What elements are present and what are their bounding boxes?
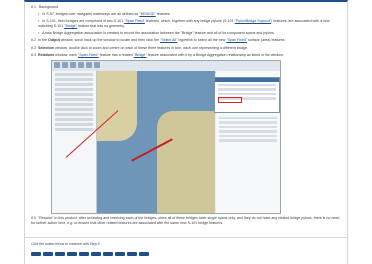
bullet-text: features. [155, 12, 171, 17]
pylon-link[interactable]: "Pylon/Bridge Support" [235, 19, 272, 23]
step-button[interactable] [55, 252, 65, 256]
layers-pane [52, 70, 97, 213]
bullet-text: feature that has no geometry. [77, 23, 125, 28]
step-number: 8.1 [31, 5, 36, 9]
step-8-4: 8.4 Relations window: each "Span Fixed" f… [31, 53, 341, 58]
step-text: surface (area) features. [247, 38, 286, 43]
chart-map-view [97, 70, 215, 213]
bullet-text: features, which, together with any bridg… [144, 19, 235, 24]
step-button[interactable] [43, 252, 53, 256]
step-buttons [31, 252, 347, 256]
toolbar-icon [94, 61, 100, 68]
step-text: hyperlink to select all the new [177, 38, 227, 43]
bullet-text: In S-101, fixed bridges are comprised of… [42, 19, 125, 24]
window-name: Output [48, 38, 60, 43]
bullet-item: In S-57, bridges over navigable waterway… [38, 12, 341, 17]
continue-instruction: Click the button below to continue with … [31, 242, 100, 246]
step-text: In the [38, 38, 48, 43]
step-8-1: 8.1 Background [31, 5, 341, 10]
span-fixed-link[interactable]: "Span Fixed" [226, 38, 247, 42]
bullet-item: A new Bridge Aggregation association is … [38, 31, 341, 36]
toolbar-icon [62, 61, 68, 68]
step-button[interactable] [127, 252, 137, 256]
step-button[interactable] [139, 252, 149, 256]
land-area [157, 110, 215, 213]
step-text: window, scroll back up the window to loc… [59, 38, 161, 43]
step-number: 8.2 [31, 38, 36, 43]
span-fixed-link[interactable]: "Span Fixed" [124, 19, 145, 23]
step-button[interactable] [79, 252, 89, 256]
bridge-feature-link[interactable]: "Bridge" [64, 24, 77, 28]
step-button[interactable] [91, 252, 101, 256]
bullet-text: A new Bridge Aggregation association is … [42, 31, 275, 36]
toolbar-icon [78, 61, 84, 68]
window-name: Relations [38, 52, 55, 57]
selection-dialog [214, 76, 280, 113]
toolbar-icon [70, 61, 76, 68]
bullet-text: In S-57, bridges over navigable waterway… [42, 12, 140, 17]
highlight-box [218, 96, 242, 103]
bridge-link[interactable]: "Bridge" [134, 53, 147, 57]
step-button[interactable] [31, 252, 41, 256]
land-area [97, 70, 137, 141]
window-name: Selection [38, 45, 54, 50]
step-8-3: 8.3 Selection window: double click to zoo… [31, 46, 341, 51]
bridge-link[interactable]: "BRIDGE" [139, 12, 155, 16]
toolbar-icon [54, 61, 60, 68]
application-screenshot [51, 59, 281, 214]
step-number: 8.3 [31, 45, 36, 50]
span-fixed-link[interactable]: "Span Fixed" [78, 53, 99, 57]
step-heading: Background [39, 5, 59, 9]
step-button[interactable] [115, 252, 125, 256]
select-all-link[interactable]: "Select All" [160, 38, 177, 42]
step-button[interactable] [67, 252, 77, 256]
step-number: 8.5 [31, 215, 36, 220]
lesson-page: 8.1 Background In S-57, bridges over nav… [24, 0, 348, 264]
footer-nav: Click the button below to continue with … [25, 237, 347, 264]
step-text: window: each [54, 52, 78, 57]
step-text: feature associated with it by a Bridge A… [146, 52, 284, 57]
step-number: 8.4 [31, 52, 36, 57]
step-text: "Resolve" in this product, after reviewi… [31, 215, 340, 225]
bullet-item: In S-101, fixed bridges are comprised of… [38, 19, 341, 28]
step-8-5: 8.5 "Resolve" in this product, after revi… [31, 216, 341, 225]
step-text: feature has a related [98, 52, 134, 57]
step-text: window: double click to zoom and centre … [53, 45, 248, 50]
lesson-content: 8.1 Background In S-57, bridges over nav… [25, 2, 347, 228]
step-8-2: 8.2 In the Output window, scroll back up … [31, 38, 341, 43]
toolbar-icon [86, 61, 92, 68]
step-button[interactable] [103, 252, 113, 256]
